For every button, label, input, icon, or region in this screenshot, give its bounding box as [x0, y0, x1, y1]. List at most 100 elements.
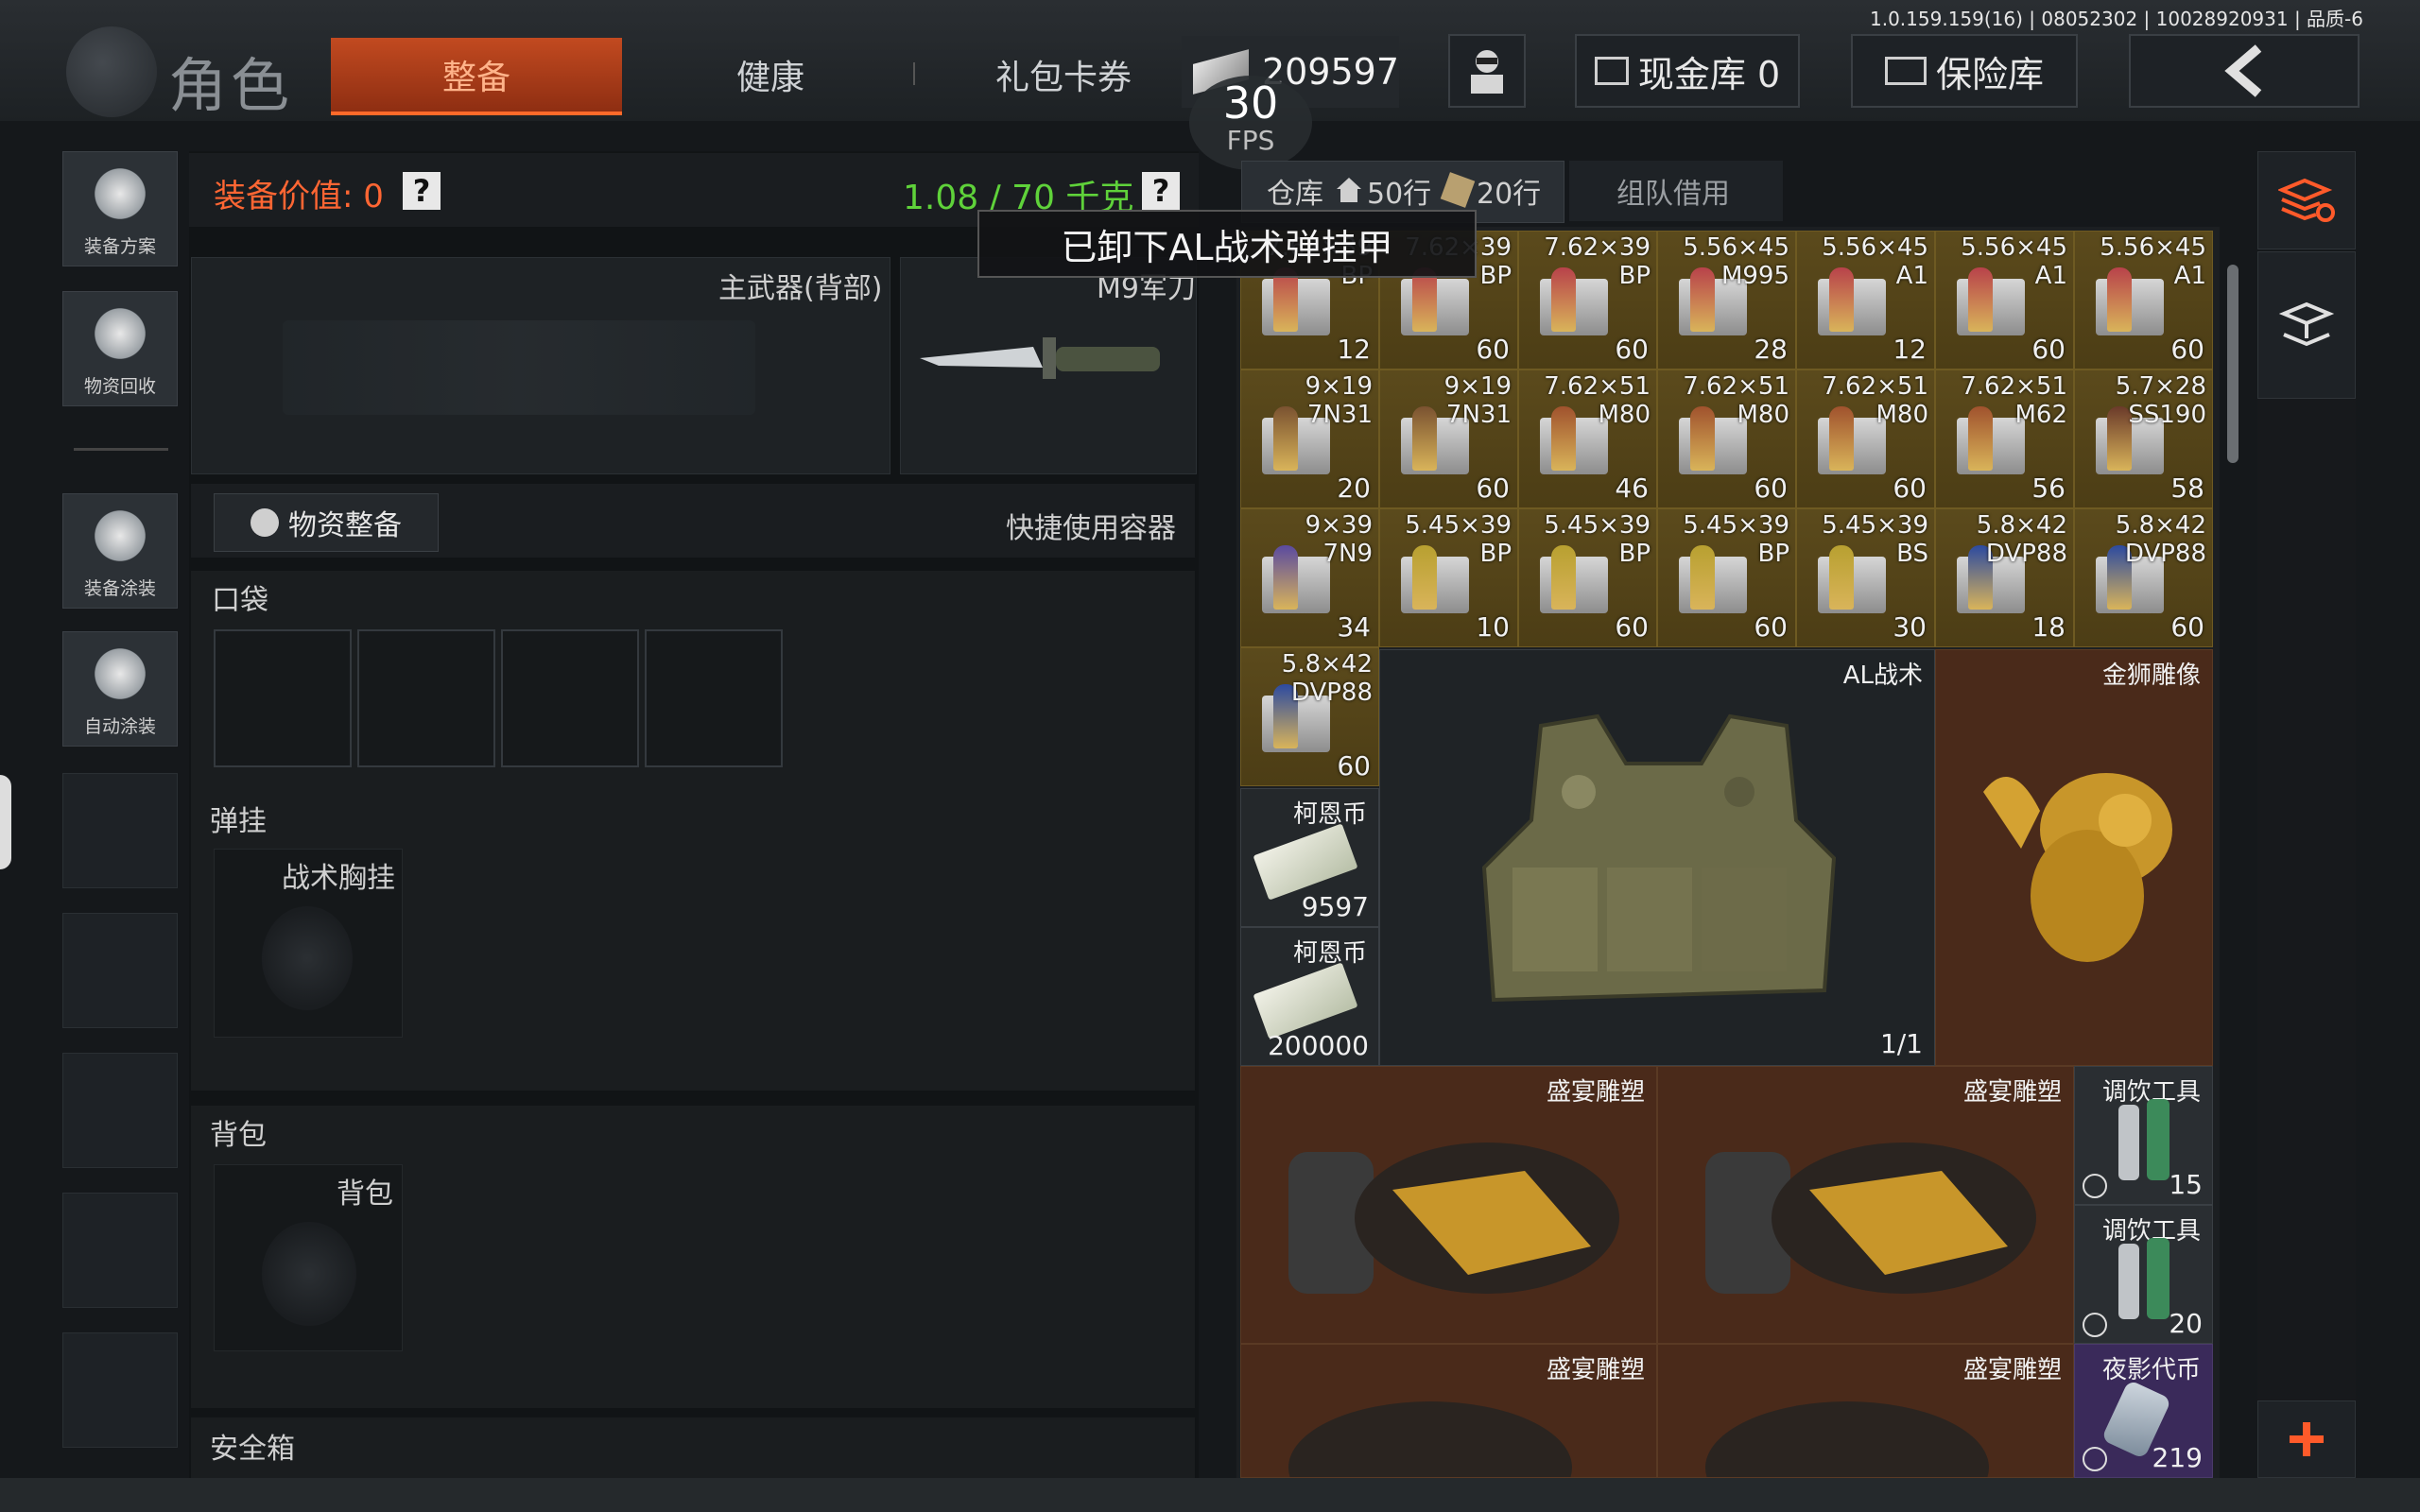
cash-vault-button[interactable]: 现金库 0 — [1575, 34, 1800, 108]
ammo-item[interactable]: 7.62×51 M62 56 — [1935, 369, 2074, 508]
feast-statue-item[interactable]: 盛宴雕塑 — [1657, 1066, 2074, 1344]
operator-button[interactable] — [1448, 34, 1526, 108]
quick-container-button[interactable]: 快捷使用容器 — [1006, 505, 1176, 546]
ammo-item[interactable]: 5.8×42 DVP88 18 — [1935, 508, 2074, 647]
ammo-count: 60 — [2031, 334, 2066, 365]
pocket-slot[interactable] — [645, 629, 783, 767]
ammo-item[interactable]: 9×39 7N9 34 — [1240, 508, 1379, 647]
ammo-item[interactable]: 5.8×42 DVP88 60 — [2074, 508, 2213, 647]
feast-statue-name: 盛宴雕塑 — [1962, 1078, 2062, 1107]
ammo-caliber: 7.62×39 — [1544, 233, 1651, 262]
clock-icon — [2083, 1447, 2107, 1471]
feast-statue-icon — [1288, 1143, 1619, 1294]
ammo-item[interactable]: 5.45×39 BP 60 — [1657, 508, 1796, 647]
ammo-item[interactable]: 5.56×45 A1 60 — [1935, 231, 2074, 369]
ammo-label: 5.56×45 A1 — [2100, 233, 2206, 290]
lion-name: 金狮雕像 — [2101, 662, 2201, 690]
pocket-slot[interactable] — [357, 629, 495, 767]
ammo-item[interactable]: 5.8×42 DVP88 60 — [1240, 647, 1379, 786]
tab-gift-vouchers[interactable]: 礼包卡券 — [955, 38, 1172, 112]
ammo-item[interactable]: 7.62×51 M80 60 — [1657, 369, 1796, 508]
auto-skin-button[interactable]: 自动涂装 — [62, 631, 178, 747]
ammo-item[interactable]: 5.45×39 BS 30 — [1796, 508, 1935, 647]
night-shadow-token-item[interactable]: 夜影代币 219 — [2074, 1344, 2213, 1478]
ammo-round-icon — [1273, 406, 1298, 471]
pocket-slot[interactable] — [214, 629, 352, 767]
sort-button[interactable] — [2257, 151, 2356, 249]
brush-gear-icon — [91, 644, 149, 703]
add-storage-button[interactable] — [2257, 1400, 2356, 1478]
primary-weapon-label: 主武器(背部) — [718, 272, 883, 305]
pocket-slot[interactable] — [501, 629, 639, 767]
ammo-type: BS — [1896, 540, 1928, 568]
ammo-caliber: 7.62×51 — [1961, 372, 2067, 401]
ammo-caliber: 5.8×42 — [2115, 511, 2206, 540]
golden-lion-item[interactable]: 金狮雕像 — [1935, 649, 2213, 1066]
coin-count: 200000 — [1268, 1030, 1369, 1061]
ammo-item[interactable]: 7.62×39BP 60 — [1518, 231, 1657, 369]
ammo-item[interactable]: 7.62×51 M80 60 — [1796, 369, 1935, 508]
ammo-caliber: 5.8×42 — [1281, 650, 1373, 679]
ammo-item[interactable]: 7.62×51 M80 46 — [1518, 369, 1657, 508]
ammo-round-icon — [1273, 545, 1298, 610]
token-name: 夜影代币 — [2101, 1356, 2201, 1384]
storage-layer-button[interactable] — [2257, 251, 2356, 399]
recycle-button[interactable]: 物资回收 — [62, 291, 178, 406]
ammo-round-icon — [1412, 406, 1437, 471]
ammo-caliber: 7.62×51 — [1822, 372, 1928, 401]
drink-tool-item[interactable]: 调饮工具 20 — [2074, 1205, 2213, 1344]
coin-name: 柯恩币 — [1292, 939, 1367, 968]
chest-rig-placeholder-icon — [262, 906, 353, 1010]
pockets-label: 口袋 — [212, 584, 268, 617]
ammo-item[interactable]: 5.56×45 A1 12 — [1796, 231, 1935, 369]
ammo-caliber: 9×19 — [1305, 372, 1373, 401]
back-arrow-icon — [2224, 44, 2262, 97]
ammo-item[interactable]: 5.45×39 BP 60 — [1518, 508, 1657, 647]
banknote-icon — [1253, 823, 1358, 901]
ammo-label: 5.8×42 DVP88 — [2116, 511, 2206, 568]
coin-item[interactable]: 柯恩币 9597 — [1240, 788, 1379, 927]
ammo-type: DVP88 — [2124, 540, 2206, 568]
ammo-caliber: 7.62×51 — [1683, 372, 1789, 401]
warehouse-scrollbar[interactable] — [2227, 265, 2238, 463]
recycle-icon — [91, 304, 149, 363]
ammo-label: 5.7×28 SS190 — [2116, 372, 2206, 429]
version-info: 1.0.159.159(16) | 08052302 | 10028920931… — [1870, 8, 2363, 30]
feast-statue-item[interactable]: 盛宴雕塑 — [1657, 1344, 2074, 1478]
feast-statue-item[interactable]: 盛宴雕塑 — [1240, 1344, 1657, 1478]
equipment-value-help-button[interactable]: ? — [403, 172, 441, 210]
empty-sidebar-slot — [62, 773, 178, 888]
weight-help-button[interactable]: ? — [1142, 172, 1180, 210]
ammo-item[interactable]: 5.7×28 SS190 58 — [2074, 369, 2213, 508]
right-toolbar-spacer — [2257, 399, 2356, 1400]
loadout-plan-button[interactable]: 装备方案 — [62, 151, 178, 266]
ammo-item[interactable]: 5.45×39 BP 10 — [1379, 508, 1518, 647]
ammo-item[interactable]: 9×19 7N31 20 — [1240, 369, 1379, 508]
feast-statue-item[interactable]: 盛宴雕塑 — [1240, 1066, 1657, 1344]
team-borrow-label: 组队借用 — [1616, 178, 1730, 211]
tab-health[interactable]: 健康 — [662, 38, 879, 112]
supply-prep-button[interactable]: 物资整备 — [214, 493, 439, 552]
drink-tool-item[interactable]: 调饮工具 15 — [2074, 1066, 2213, 1205]
feast-statue-name: 盛宴雕塑 — [1546, 1356, 1645, 1384]
tactical-vest-item[interactable]: AL战术 1/1 — [1379, 649, 1935, 1066]
ammo-caliber: 5.45×39 — [1405, 511, 1512, 540]
side-handle[interactable] — [0, 775, 11, 869]
home-icon — [1337, 178, 1361, 202]
ammo-item[interactable]: 5.56×45 A1 60 — [2074, 231, 2213, 369]
cash-icon — [1594, 57, 1629, 85]
tab-equip[interactable]: 整备 — [331, 38, 622, 115]
back-button[interactable] — [2129, 34, 2360, 108]
ammo-type: M80 — [1876, 401, 1928, 429]
loadout-plan-label: 装备方案 — [83, 236, 156, 257]
ammo-type: A1 — [1895, 262, 1928, 290]
ammo-item[interactable]: 9×19 7N31 60 — [1379, 369, 1518, 508]
ammo-label: 9×39 7N9 — [1305, 511, 1373, 568]
ammo-item[interactable]: 5.56×45 M995 28 — [1657, 231, 1796, 369]
coin-item[interactable]: 柯恩币 200000 — [1240, 927, 1379, 1066]
ammo-type: BP — [1618, 262, 1651, 290]
banknote-icon — [1253, 962, 1358, 1040]
fps-value: 30 — [1222, 77, 1279, 129]
equipment-skin-button[interactable]: 装备涂装 — [62, 493, 178, 609]
insurance-vault-button[interactable]: 保险库 — [1851, 34, 2078, 108]
